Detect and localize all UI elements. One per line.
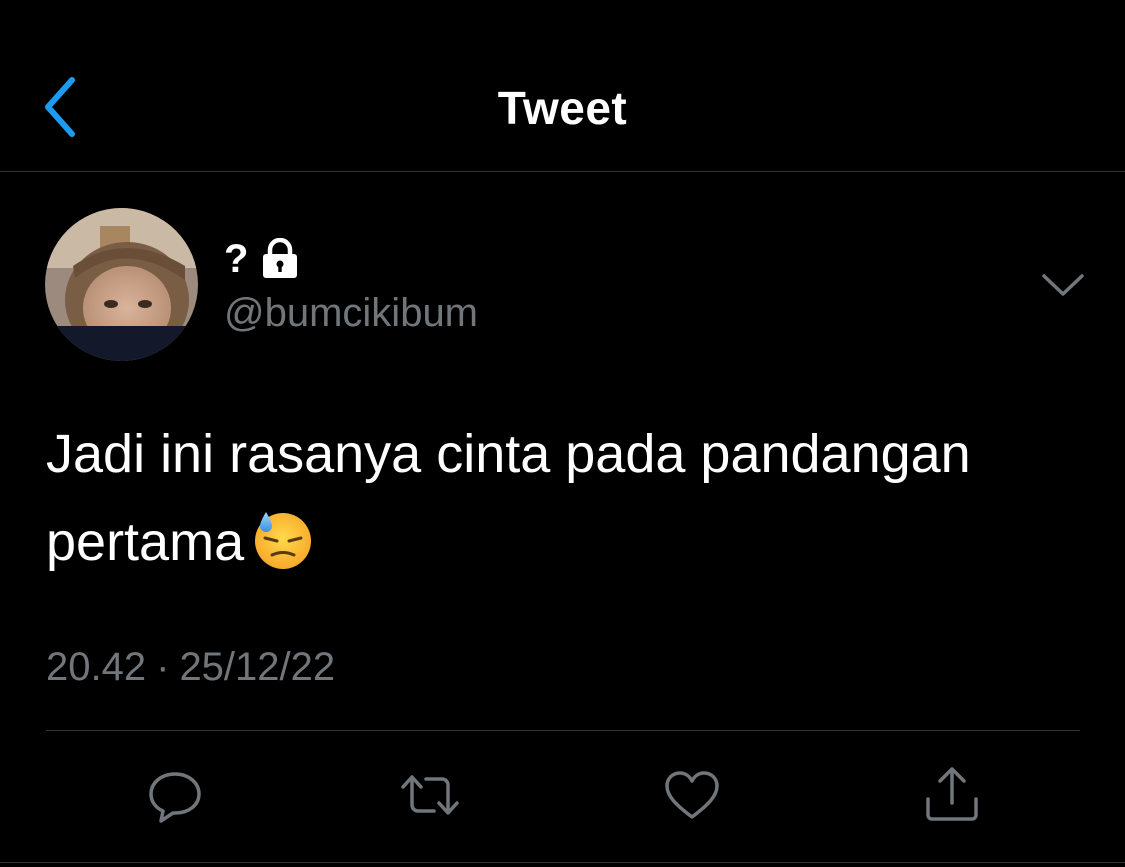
top-nav-bar: Tweet <box>0 0 1125 172</box>
chevron-down-icon <box>1042 274 1084 296</box>
tweet-text: Jadi ini rasanya cinta pada pandangan pe… <box>46 410 1106 586</box>
author-name-row: ? <box>224 234 300 284</box>
heart-icon <box>665 771 719 819</box>
like-button[interactable] <box>662 765 722 825</box>
tweet-date: 25/12/22 <box>179 645 336 689</box>
reply-icon <box>149 772 201 823</box>
display-name[interactable]: ? <box>224 234 248 284</box>
lock-icon <box>260 238 300 280</box>
downcast-face-with-sweat-emoji <box>252 508 314 570</box>
author-handle[interactable]: @bumcikibum <box>224 288 478 338</box>
avatar[interactable] <box>45 208 198 361</box>
reply-button[interactable] <box>145 765 205 825</box>
share-button[interactable] <box>922 765 982 825</box>
bottom-divider <box>0 862 1125 863</box>
page-title: Tweet <box>497 82 628 134</box>
tweet-timestamp[interactable]: 20.42 · 25/12/22 <box>46 642 335 692</box>
tweet-text-line-1: Jadi ini rasanya cinta pada pandangan <box>46 424 971 484</box>
retweet-button[interactable] <box>400 765 460 825</box>
tweet-text-line-2: pertama <box>46 512 245 572</box>
separator-dot: · <box>156 645 170 689</box>
share-icon <box>926 767 978 821</box>
divider <box>46 730 1080 731</box>
more-options-button[interactable] <box>1040 268 1086 302</box>
tweet-time: 20.42 <box>46 645 147 689</box>
retweet-icon <box>401 775 459 815</box>
